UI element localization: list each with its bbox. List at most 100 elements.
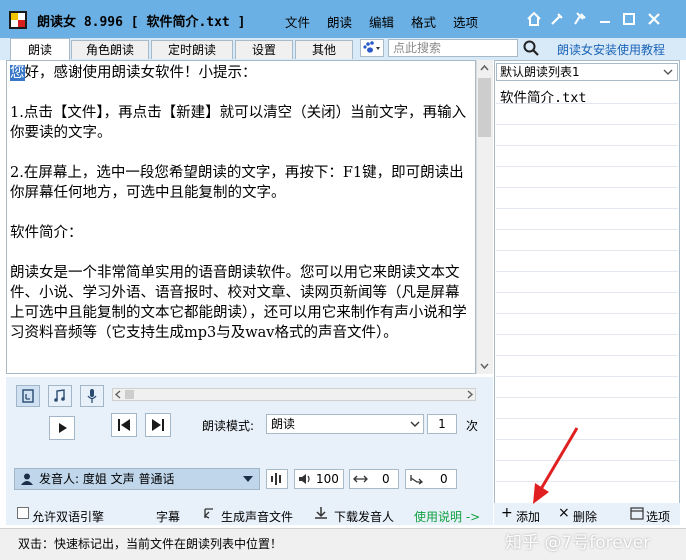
add-icon: + bbox=[501, 505, 513, 521]
tab-settings[interactable]: 设置 bbox=[235, 40, 293, 59]
play-icon bbox=[59, 423, 67, 433]
editor-paragraph: 好，感谢使用朗读女软件！小提示： bbox=[24, 65, 257, 81]
microphone-icon bbox=[87, 389, 97, 403]
playlist-rule bbox=[496, 292, 678, 293]
menu-file[interactable]: 文件 bbox=[285, 12, 310, 31]
paw-icon bbox=[363, 41, 380, 53]
playlist-rule bbox=[496, 397, 678, 398]
read-mode-value: 朗读 bbox=[271, 417, 296, 431]
play-button[interactable] bbox=[49, 416, 75, 440]
editor-paragraph: 朗读女是一个非常简单实用的语音朗读软件。您可以用它来朗读文本文件、小说、学习外语… bbox=[10, 265, 467, 341]
chevron-down-icon bbox=[410, 421, 420, 427]
speed-arrows-icon bbox=[353, 475, 368, 483]
playlist-rule bbox=[496, 481, 678, 482]
subtitle-button[interactable]: 字幕 bbox=[156, 508, 180, 525]
add-button[interactable]: 添加 bbox=[516, 508, 540, 525]
tab-role-read[interactable]: 角色朗读 bbox=[71, 40, 149, 59]
next-button[interactable] bbox=[145, 413, 171, 437]
playlist-rule bbox=[496, 460, 678, 461]
menu-read[interactable]: 朗读 bbox=[327, 12, 352, 31]
read-mode-label: 朗读模式: bbox=[202, 419, 255, 433]
music-note-icon bbox=[54, 389, 65, 402]
menu-edit[interactable]: 编辑 bbox=[369, 12, 394, 31]
speed-value: 0 bbox=[382, 472, 390, 486]
playlist-rule bbox=[496, 166, 678, 167]
playlist-rule bbox=[496, 145, 678, 146]
scroll-up-icon[interactable] bbox=[479, 63, 490, 73]
maximize-icon[interactable] bbox=[620, 10, 638, 28]
playlist-rule bbox=[496, 334, 678, 335]
search-input[interactable]: 点此搜索 bbox=[388, 39, 518, 57]
speed-control[interactable]: 0 bbox=[349, 469, 399, 489]
voice-select[interactable]: 发音人: 度姐 文声 普通话 bbox=[14, 468, 260, 490]
menu-format[interactable]: 格式 bbox=[411, 12, 436, 31]
playlist-rule bbox=[496, 229, 678, 230]
skip-previous-icon bbox=[118, 419, 130, 431]
tab-timed-read[interactable]: 定时朗读 bbox=[151, 40, 233, 59]
minimize-icon[interactable] bbox=[596, 10, 614, 28]
person-icon bbox=[21, 473, 33, 485]
home-icon[interactable] bbox=[525, 10, 543, 28]
scroll-down-icon[interactable] bbox=[479, 361, 490, 371]
tools-icon[interactable] bbox=[548, 10, 566, 28]
editor-scroll-thumb[interactable] bbox=[478, 78, 491, 137]
pitch-icon bbox=[410, 475, 424, 485]
skip-next-icon bbox=[152, 419, 164, 431]
playlist-rule bbox=[496, 439, 678, 440]
search-icon[interactable] bbox=[522, 39, 540, 57]
generate-audio-icon bbox=[203, 508, 213, 519]
editor-paragraph: 1.点击【文件】，再点击【新建】就可以清空（关闭）当前文字，再输入你要读的文字。 bbox=[10, 105, 467, 141]
text-editor[interactable]: 您好，感谢使用朗读女软件！小提示： 1.点击【文件】，再点击【新建】就可以清空（… bbox=[6, 60, 476, 374]
read-mode-select[interactable]: 朗读 bbox=[266, 414, 424, 434]
options-icon bbox=[630, 507, 644, 520]
editor-content: 您好，感谢使用朗读女软件！小提示： 1.点击【文件】，再点击【新建】就可以清空（… bbox=[10, 63, 470, 343]
previous-button[interactable] bbox=[111, 413, 137, 437]
playlist-list bbox=[496, 82, 678, 500]
music-mode-button[interactable] bbox=[48, 385, 72, 407]
download-voice-button[interactable]: 下载发音人 bbox=[334, 508, 394, 525]
progress-scrollbar[interactable] bbox=[112, 388, 476, 401]
pitch-control[interactable]: 0 bbox=[405, 469, 457, 489]
tutorial-link[interactable]: 朗读女安装使用教程 bbox=[557, 41, 665, 58]
playlist-rule bbox=[496, 418, 678, 419]
microphone-button[interactable] bbox=[80, 385, 104, 407]
generate-audio-button[interactable]: 生成声音文件 bbox=[221, 508, 293, 525]
playlist-rule bbox=[496, 376, 678, 377]
chevron-down-icon bbox=[663, 69, 673, 75]
voice-settings-button[interactable] bbox=[266, 469, 288, 489]
paw-search-engine-button[interactable] bbox=[360, 39, 384, 57]
volume-value: 100 bbox=[316, 472, 339, 486]
playlist-select[interactable]: 默认朗读列表1 bbox=[496, 63, 678, 81]
pitch-value: 0 bbox=[440, 472, 448, 486]
playlist-options-button[interactable]: 选项 bbox=[646, 508, 670, 525]
progress-scroll-thumb[interactable] bbox=[125, 390, 134, 399]
tab-read[interactable]: 朗读 bbox=[10, 38, 70, 60]
editor-paragraph: 2.在屏幕上，选中一段您希望朗读的文字，再按下：F1键，即可朗读出你屏幕任何地方… bbox=[10, 165, 464, 201]
playlist-rule bbox=[496, 208, 678, 209]
app-logo-icon bbox=[9, 11, 27, 29]
playlist-rule bbox=[496, 250, 678, 251]
editor-paragraph: 软件简介： bbox=[10, 225, 83, 241]
pin-icon[interactable] bbox=[571, 10, 589, 28]
delete-button[interactable]: 删除 bbox=[573, 508, 597, 525]
text-mode-button[interactable] bbox=[16, 385, 40, 407]
download-icon bbox=[315, 507, 327, 519]
scroll-left-icon[interactable] bbox=[114, 390, 123, 399]
repeat-count-input[interactable]: 1 bbox=[427, 414, 457, 434]
scroll-right-icon[interactable] bbox=[465, 390, 474, 399]
playlist-name: 默认朗读列表1 bbox=[500, 65, 580, 79]
volume-control[interactable]: 100 bbox=[294, 469, 344, 489]
playlist-item[interactable]: 软件简介.txt bbox=[500, 86, 587, 106]
playlist-rule bbox=[496, 187, 678, 188]
delete-icon: × bbox=[558, 505, 570, 521]
menu-options[interactable]: 选项 bbox=[453, 12, 478, 31]
voice-value: 发音人: 度姐 文声 普通话 bbox=[39, 472, 175, 486]
close-icon[interactable] bbox=[645, 10, 663, 28]
document-icon bbox=[22, 389, 34, 403]
tab-other[interactable]: 其他 bbox=[295, 40, 353, 59]
window-title: 朗读女 8.996 [ 软件简介.txt ] bbox=[37, 15, 246, 30]
voice-wave-icon bbox=[271, 473, 281, 485]
help-link[interactable]: 使用说明 -> bbox=[414, 508, 480, 525]
bilingual-checkbox[interactable] bbox=[17, 507, 29, 519]
playlist-rule bbox=[496, 355, 678, 356]
